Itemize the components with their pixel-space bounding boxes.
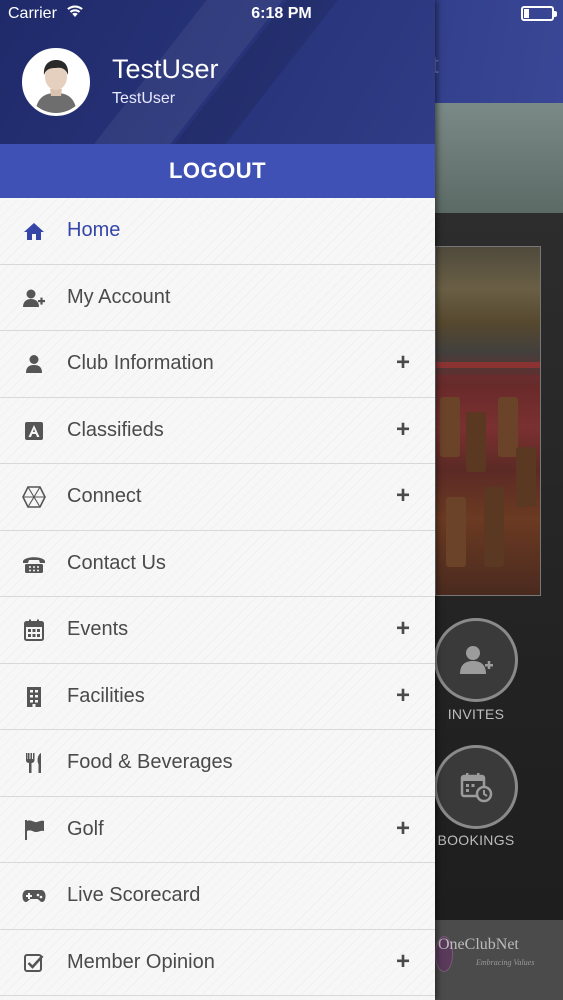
menu-item-label: Classifieds — [67, 418, 164, 441]
menu-item-golf[interactable]: Golf + — [0, 796, 435, 863]
person-icon — [22, 352, 46, 376]
flag-icon — [22, 818, 46, 842]
oneclubnet-tagline: Embracing Values — [476, 958, 535, 967]
menu-item-label: Golf — [67, 817, 104, 840]
expand-icon[interactable]: + — [392, 482, 414, 510]
home-icon — [22, 219, 46, 243]
checkbox-icon — [22, 951, 46, 975]
menu-item-contact-us[interactable]: Contact Us — [0, 530, 435, 597]
menu-item-label: Member Opinion — [67, 950, 215, 973]
fork-knife-icon — [22, 751, 46, 775]
menu-item-label: Live Scorecard — [67, 884, 201, 906]
menu-item-label: Facilities — [67, 684, 145, 707]
invites-label: INVITES — [447, 706, 505, 722]
club-photo[interactable] — [435, 246, 541, 596]
menu-item-live-scorecard[interactable]: Live Scorecard — [0, 863, 435, 930]
menu-item-label: Home — [67, 219, 121, 241]
expand-icon[interactable]: + — [392, 615, 414, 643]
menu-item-facilities[interactable]: Facilities + — [0, 663, 435, 730]
menu-item-connect[interactable]: Connect + — [0, 464, 435, 531]
menu-item-label: Contact Us — [67, 551, 166, 574]
expand-icon[interactable]: + — [392, 416, 414, 444]
menu-item-club-information[interactable]: Club Information + — [0, 331, 435, 398]
connect-icon — [22, 485, 46, 509]
background-banner — [435, 103, 563, 213]
menu-item-member-opinion[interactable]: Member Opinion + — [0, 929, 435, 996]
battery-icon — [521, 6, 557, 21]
drawer-menu: Home My Account Club Information + Class… — [0, 198, 435, 996]
expand-icon[interactable]: + — [392, 349, 414, 377]
classifieds-icon — [22, 419, 46, 443]
menu-item-food-beverages[interactable]: Food & Beverages — [0, 730, 435, 797]
gamepad-icon — [22, 884, 46, 908]
menu-item-label: Connect — [67, 485, 142, 507]
logout-button[interactable]: LOGOUT — [0, 144, 435, 198]
user-name: TestUser — [112, 54, 219, 84]
menu-item-my-account[interactable]: My Account — [0, 264, 435, 331]
bookings-button[interactable] — [434, 745, 518, 829]
avatar[interactable] — [22, 48, 90, 116]
menu-item-label: Club Information — [67, 352, 214, 374]
invites-button[interactable] — [434, 618, 518, 702]
phone-icon — [22, 552, 46, 576]
calendar-icon — [22, 618, 46, 642]
user-subtitle: TestUser — [112, 90, 176, 107]
menu-item-events[interactable]: Events + — [0, 597, 435, 664]
menu-item-classifieds[interactable]: Classifieds + — [0, 397, 435, 464]
menu-item-label: Food & Beverages — [67, 751, 233, 773]
clock: 6:18 PM — [251, 5, 312, 22]
expand-icon[interactable]: + — [392, 815, 414, 843]
status-bar: Carrier 6:18 PM — [0, 0, 563, 28]
expand-icon[interactable]: + — [392, 682, 414, 710]
bookings-label: BOOKINGS — [437, 832, 515, 848]
expand-icon[interactable]: + — [392, 948, 414, 976]
add-user-icon — [460, 646, 493, 674]
user-avatar-icon — [25, 51, 87, 113]
menu-item-label: My Account — [67, 285, 171, 308]
add-user-icon — [22, 286, 46, 310]
oneclubnet-logo: OneClubNet — [438, 936, 519, 953]
menu-item-label: Events — [67, 618, 129, 640]
building-icon — [22, 685, 46, 709]
navigation-drawer: TestUser TestUser LOGOUT Home My Account… — [0, 0, 435, 1000]
calendar-icon — [460, 773, 493, 803]
menu-item-home[interactable]: Home — [0, 198, 435, 265]
